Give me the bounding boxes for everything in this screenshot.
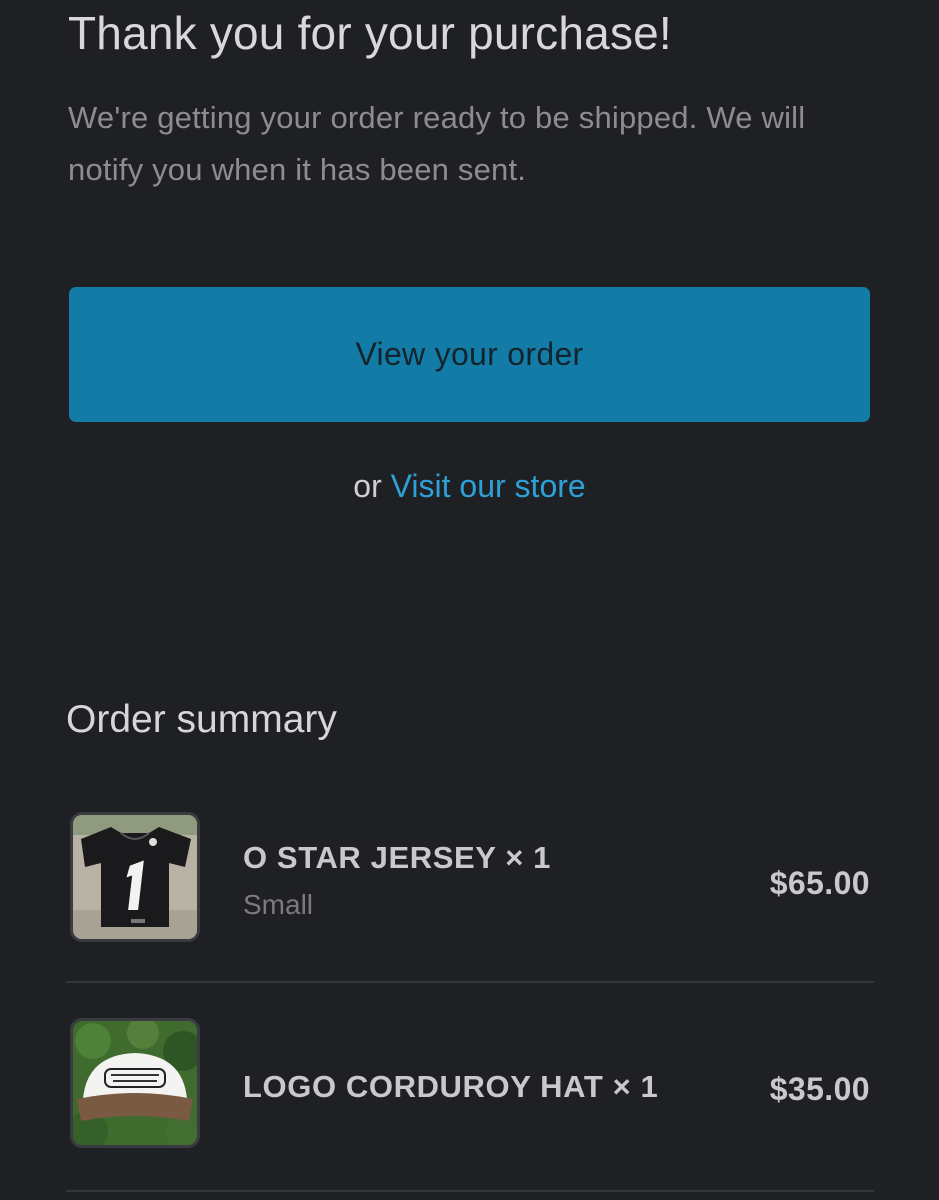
hat-image [73, 1021, 197, 1145]
divider [66, 981, 874, 983]
item-variant: Small [243, 889, 314, 920]
jersey-thumbnail [70, 812, 200, 942]
order-confirmation-page: Thank you for your purchase! We're getti… [0, 0, 939, 1200]
visit-store-link[interactable]: Visit our store [391, 468, 586, 504]
item-name: LOGO CORDUROY HAT × 1 [243, 1069, 659, 1104]
view-order-button-label: View your order [355, 336, 584, 372]
hat-thumbnail [70, 1018, 200, 1148]
order-item: LOGO CORDUROY HAT × 1 $35.00 [66, 1018, 874, 1153]
order-item: O STAR JERSEY × 1 Small $65.00 [66, 812, 874, 947]
or-text: or [353, 468, 382, 504]
item-price: $65.00 [769, 865, 870, 901]
jersey-image [73, 815, 197, 939]
view-order-button[interactable]: View your order [69, 287, 870, 422]
store-link-line: or Visit our store [0, 468, 939, 505]
divider [66, 1190, 874, 1192]
confirmation-message: We're getting your order ready to be shi… [68, 100, 806, 187]
item-price: $35.00 [769, 1071, 870, 1107]
order-summary-heading: Order summary [66, 698, 337, 741]
page-title: Thank you for your purchase! [68, 7, 672, 59]
item-name: O STAR JERSEY × 1 [243, 840, 551, 875]
